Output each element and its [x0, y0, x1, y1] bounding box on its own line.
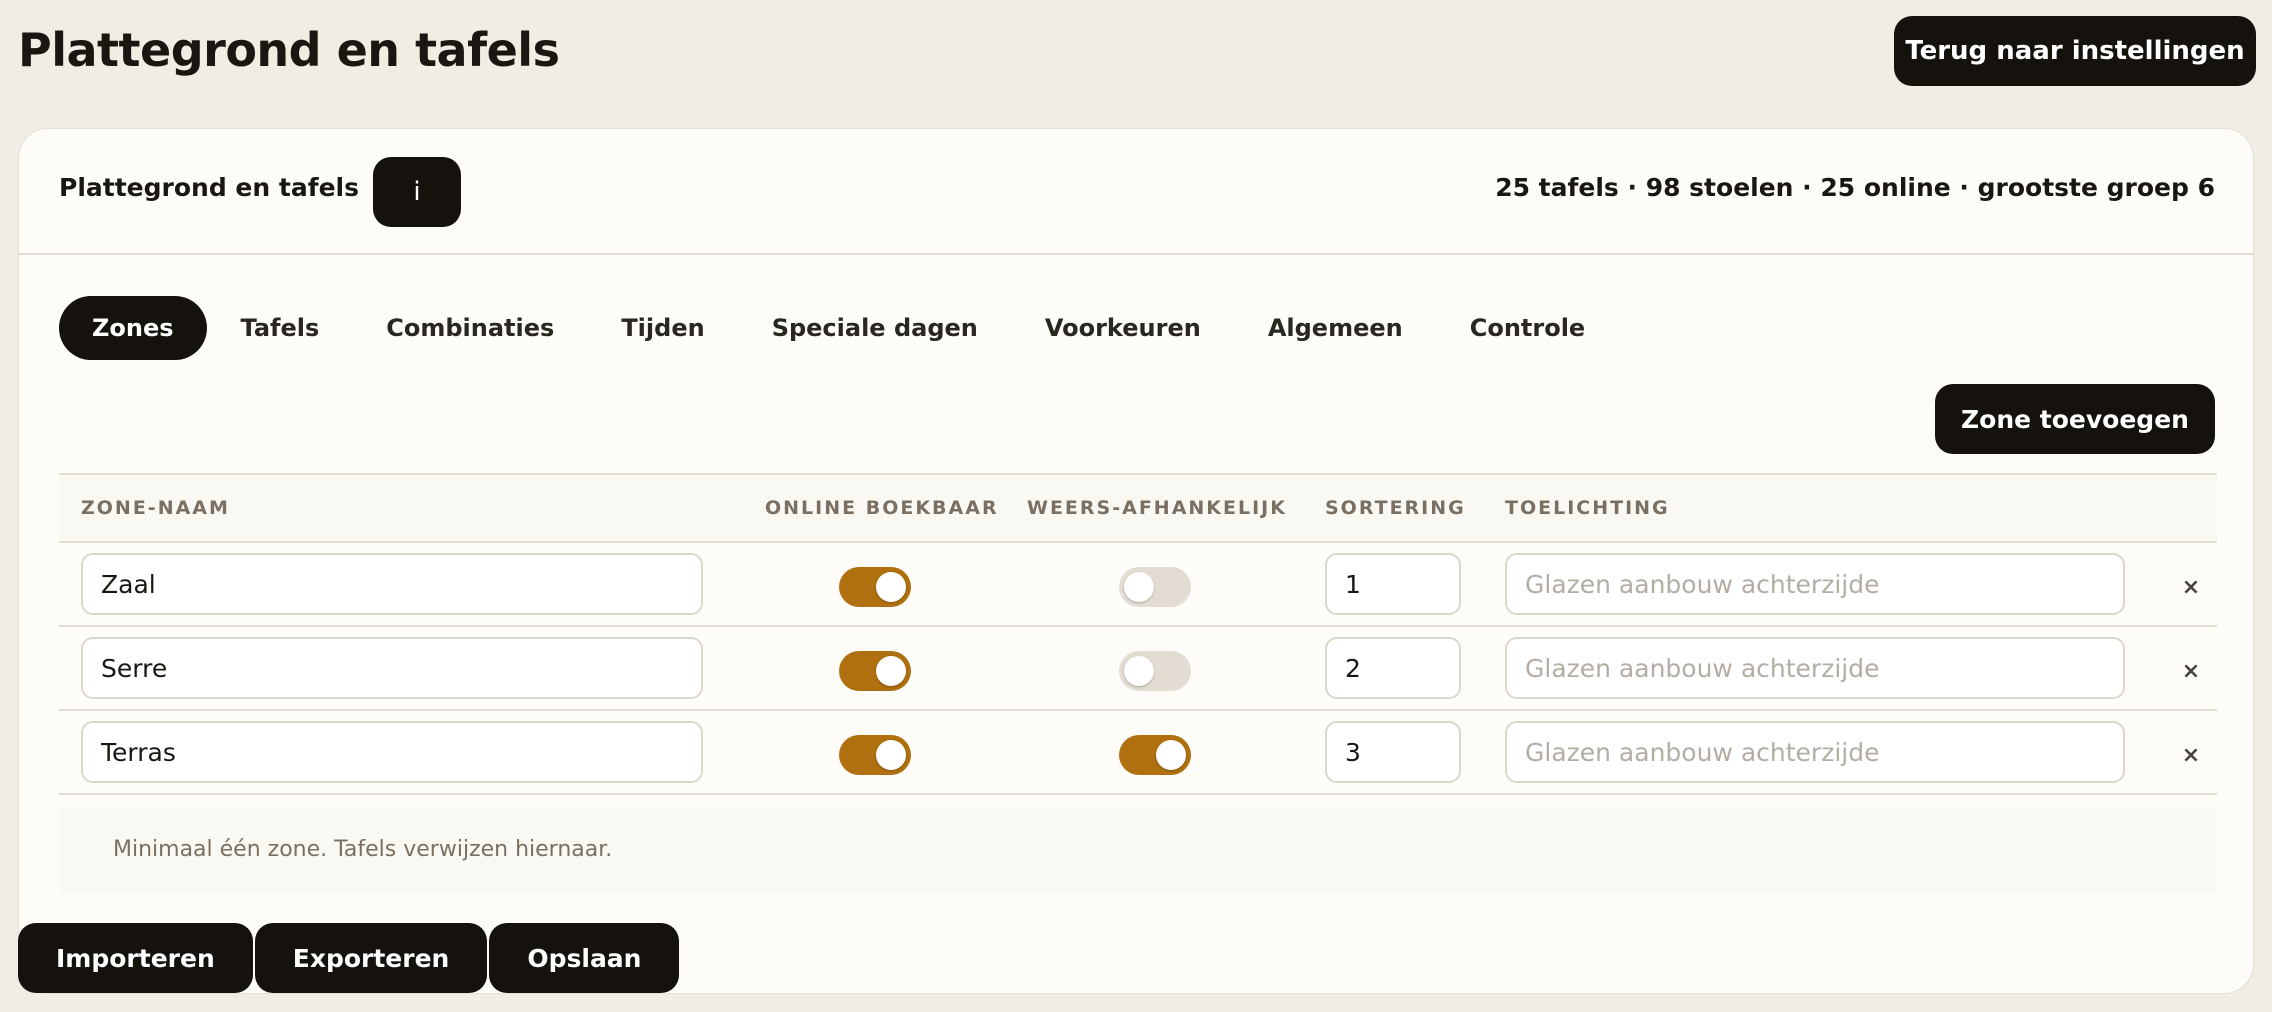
- tab-tafels[interactable]: Tafels: [208, 296, 353, 360]
- tab-speciale-dagen[interactable]: Speciale dagen: [739, 296, 1011, 360]
- toggle-knob: [876, 572, 906, 602]
- delete-zone-icon[interactable]: ×: [2171, 651, 2211, 691]
- online-bookable-toggle[interactable]: [839, 651, 911, 691]
- add-zone-button[interactable]: Zone toevoegen: [1935, 384, 2215, 454]
- weather-dependent-toggle[interactable]: [1119, 651, 1191, 691]
- save-button[interactable]: Opslaan: [489, 923, 680, 993]
- sort-order-input[interactable]: [1325, 637, 1461, 699]
- card-header: Plattegrond en tafels i 25 tafels · 98 s…: [19, 129, 2253, 255]
- page-title: Plattegrond en tafels: [18, 23, 560, 77]
- tab-combinaties[interactable]: Combinaties: [353, 296, 587, 360]
- zone-name-input[interactable]: [81, 637, 703, 699]
- floorplan-card: Plattegrond en tafels i 25 tafels · 98 s…: [18, 128, 2254, 994]
- tab-controle[interactable]: Controle: [1437, 296, 1619, 360]
- tab-zones[interactable]: Zones: [59, 296, 207, 360]
- tab-algemeen[interactable]: Algemeen: [1235, 296, 1436, 360]
- export-button[interactable]: Exporteren: [254, 923, 488, 993]
- table-row: ×: [59, 543, 2217, 627]
- zones-table: ZONE-NAAM ONLINE BOEKBAAR WEERS-AFHANKEL…: [59, 473, 2217, 893]
- zone-name-input[interactable]: [81, 721, 703, 783]
- note-input[interactable]: [1505, 721, 2125, 783]
- info-button[interactable]: i: [373, 157, 461, 227]
- floorplan-summary: 25 tafels · 98 stoelen · 25 online · gro…: [1495, 173, 2215, 202]
- sort-order-input[interactable]: [1325, 721, 1461, 783]
- note-input[interactable]: [1505, 553, 2125, 615]
- card-title: Plattegrond en tafels: [59, 173, 359, 202]
- online-bookable-toggle[interactable]: [839, 735, 911, 775]
- delete-zone-icon[interactable]: ×: [2171, 735, 2211, 775]
- zone-name-input[interactable]: [81, 553, 703, 615]
- online-bookable-toggle[interactable]: [839, 567, 911, 607]
- toggle-knob: [1124, 656, 1154, 686]
- back-to-settings-button[interactable]: Terug naar instellingen: [1894, 16, 2256, 86]
- table-row: ×: [59, 711, 2217, 795]
- delete-zone-icon[interactable]: ×: [2171, 567, 2211, 607]
- weather-dependent-toggle[interactable]: [1119, 567, 1191, 607]
- footer-note: Minimaal één zone. Tafels verwijzen hier…: [113, 837, 613, 862]
- column-header-weather: WEERS-AFHANKELIJK: [1027, 497, 1287, 519]
- sort-order-input[interactable]: [1325, 553, 1461, 615]
- note-input[interactable]: [1505, 637, 2125, 699]
- column-header-note: TOELICHTING: [1505, 497, 1670, 519]
- table-header: ZONE-NAAM ONLINE BOEKBAAR WEERS-AFHANKEL…: [59, 473, 2217, 543]
- tab-tijden[interactable]: Tijden: [588, 296, 737, 360]
- toggle-knob: [1124, 572, 1154, 602]
- column-header-zone-name: ZONE-NAAM: [81, 497, 230, 519]
- column-header-sort: SORTERING: [1325, 497, 1466, 519]
- column-header-online: ONLINE BOEKBAAR: [765, 497, 999, 519]
- action-bar: Importeren Exporteren Opslaan: [18, 923, 681, 993]
- import-button[interactable]: Importeren: [18, 923, 253, 993]
- tab-bar: Zones Tafels Combinaties Tijden Speciale…: [59, 296, 1619, 360]
- toggle-knob: [876, 656, 906, 686]
- toggle-knob: [1156, 740, 1186, 770]
- toggle-knob: [876, 740, 906, 770]
- tab-voorkeuren[interactable]: Voorkeuren: [1012, 296, 1234, 360]
- table-footer: Minimaal één zone. Tafels verwijzen hier…: [59, 809, 2217, 893]
- table-row: ×: [59, 627, 2217, 711]
- weather-dependent-toggle[interactable]: [1119, 735, 1191, 775]
